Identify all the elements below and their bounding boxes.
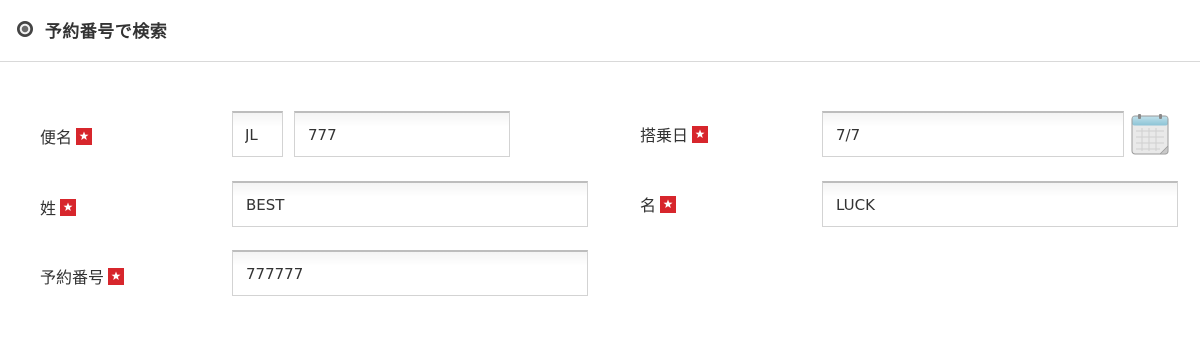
required-star-icon — [660, 195, 677, 213]
section-title: 予約番号で検索 — [45, 22, 168, 42]
calendar-icon[interactable] — [1130, 113, 1172, 157]
required-star-icon — [76, 127, 93, 145]
airline-code-input[interactable] — [232, 111, 283, 157]
reservation-number-input[interactable] — [232, 250, 588, 296]
flight-label-group: 便名 — [40, 125, 93, 147]
reservation-number-label-group: 予約番号 — [40, 265, 125, 287]
boarding-date-input[interactable] — [822, 111, 1124, 157]
flight-label: 便名 — [40, 128, 73, 147]
boarding-date-label-group: 搭乗日 — [640, 123, 709, 145]
required-star-icon — [108, 267, 125, 285]
first-name-label: 名 — [640, 196, 657, 215]
reservation-search-page: 予約番号で検索 便名 搭乗日 — [0, 0, 1200, 344]
last-name-input[interactable] — [232, 181, 588, 227]
required-star-icon — [692, 125, 709, 143]
flight-number-input[interactable] — [294, 111, 510, 157]
section-header: 予約番号で検索 — [0, 0, 1200, 62]
last-name-label: 姓 — [40, 199, 57, 218]
bullet-radio-icon — [17, 21, 33, 37]
first-name-label-group: 名 — [640, 193, 677, 215]
last-name-label-group: 姓 — [40, 196, 77, 218]
first-name-input[interactable] — [822, 181, 1178, 227]
reservation-number-label: 予約番号 — [40, 268, 105, 287]
required-star-icon — [60, 198, 77, 216]
boarding-date-label: 搭乗日 — [640, 126, 689, 145]
